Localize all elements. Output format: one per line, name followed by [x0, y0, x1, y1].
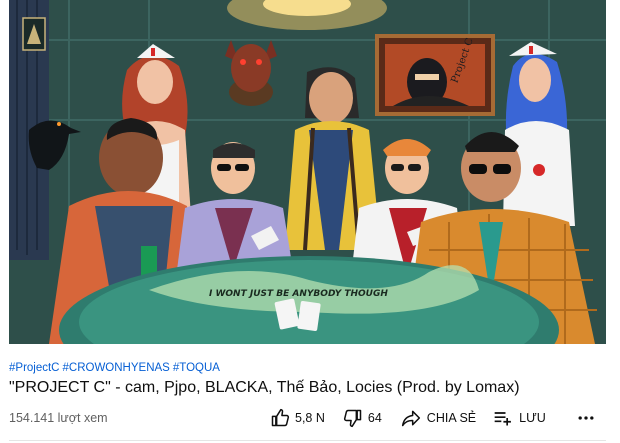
- hashtag-toqua[interactable]: #TOQUA: [173, 362, 220, 374]
- hashtag-crowonhyenas[interactable]: #CROWONHYENAS: [63, 362, 170, 374]
- section-divider: [9, 440, 606, 441]
- add-to-playlist-icon: [492, 408, 514, 428]
- save-label: LƯU: [519, 411, 546, 425]
- share-label: CHIA SẺ: [426, 411, 477, 425]
- video-actions: 5,8 N 64 CHIA SẺ LƯU: [268, 405, 600, 431]
- video-player[interactable]: Project C I WONT JUST BE ANYBODY THOUGH: [9, 0, 606, 344]
- video-title: "PROJECT C" - cam, Pjpo, BLACKA, Thế Bảo…: [9, 379, 520, 396]
- like-count: 5,8 N: [295, 411, 325, 425]
- view-count: 154.141 lượt xem: [9, 411, 108, 425]
- save-button[interactable]: LƯU: [490, 408, 548, 428]
- dislike-count: 64: [367, 411, 382, 425]
- video-thumbnail-illustration: Project C I WONT JUST BE ANYBODY THOUGH: [9, 0, 606, 344]
- share-button[interactable]: CHIA SẺ: [398, 408, 478, 428]
- thumbs-up-icon: [270, 408, 290, 428]
- more-actions-button[interactable]: [572, 408, 600, 428]
- more-horizontal-icon: [576, 408, 596, 428]
- like-button[interactable]: 5,8 N: [268, 408, 327, 428]
- share-arrow-icon: [400, 408, 422, 428]
- thumbnail-caption: I WONT JUST BE ANYBODY THOUGH: [209, 289, 388, 299]
- hashtag-list: #ProjectC #CROWONHYENAS #TOQUA: [9, 361, 223, 375]
- thumbs-down-icon: [343, 408, 363, 428]
- dislike-button[interactable]: 64: [341, 408, 384, 428]
- hashtag-projectc[interactable]: #ProjectC: [9, 362, 60, 374]
- video-page: Project C I WONT JUST BE ANYBODY THOUGH …: [0, 0, 620, 443]
